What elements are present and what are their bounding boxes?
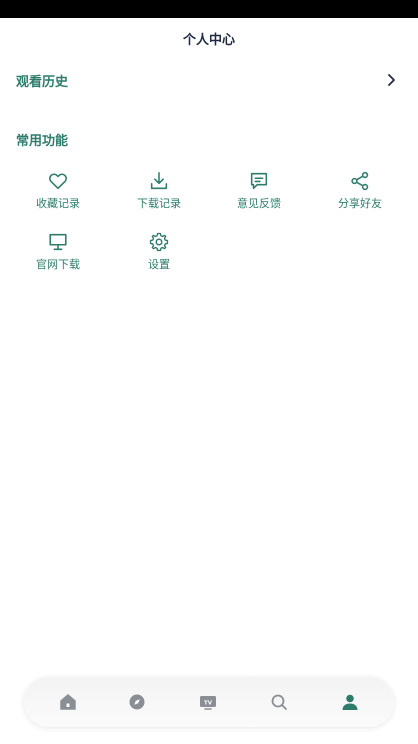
user-icon[interactable] bbox=[338, 690, 362, 714]
favorites-button[interactable]: 收藏记录 bbox=[18, 170, 98, 222]
status-bar bbox=[0, 0, 418, 18]
home-icon[interactable] bbox=[56, 690, 80, 714]
search-icon[interactable] bbox=[267, 690, 291, 714]
chevron-right-icon bbox=[388, 74, 395, 86]
bottom-tab-bar: TV bbox=[24, 677, 394, 727]
tv-icon-label: TV bbox=[204, 700, 213, 706]
common-functions-title: 常用功能 bbox=[16, 134, 69, 149]
settings-button[interactable]: 设置 bbox=[119, 231, 199, 283]
downloads-button[interactable]: 下载记录 bbox=[119, 170, 199, 222]
official-download-label: 官网下载 bbox=[36, 258, 80, 271]
feedback-button[interactable]: 意见反馈 bbox=[219, 170, 299, 222]
download-icon bbox=[150, 171, 168, 190]
downloads-label: 下载记录 bbox=[137, 197, 181, 210]
page-title: 个人中心 bbox=[182, 33, 235, 48]
settings-label: 设置 bbox=[148, 258, 170, 271]
watch-history-label: 观看历史 bbox=[16, 75, 69, 90]
compass-icon[interactable] bbox=[125, 690, 149, 714]
share-label: 分享好友 bbox=[338, 197, 382, 210]
share-icon bbox=[351, 171, 369, 191]
share-button[interactable]: 分享好友 bbox=[320, 170, 400, 222]
official-download-button[interactable]: 官网下载 bbox=[18, 231, 98, 283]
profile-screen: 个人中心 观看历史 常用功能 收藏记录 下载记录 意见反馈 分享好友 官网下载 … bbox=[0, 0, 418, 744]
gear-icon bbox=[149, 232, 169, 252]
monitor-icon bbox=[49, 233, 67, 251]
favorites-label: 收藏记录 bbox=[36, 197, 80, 210]
feedback-label: 意见反馈 bbox=[237, 197, 281, 210]
heart-icon bbox=[49, 173, 67, 190]
tv-icon[interactable]: TV bbox=[196, 690, 220, 714]
watch-history-row[interactable]: 观看历史 bbox=[0, 62, 418, 98]
feedback-icon bbox=[250, 172, 268, 190]
